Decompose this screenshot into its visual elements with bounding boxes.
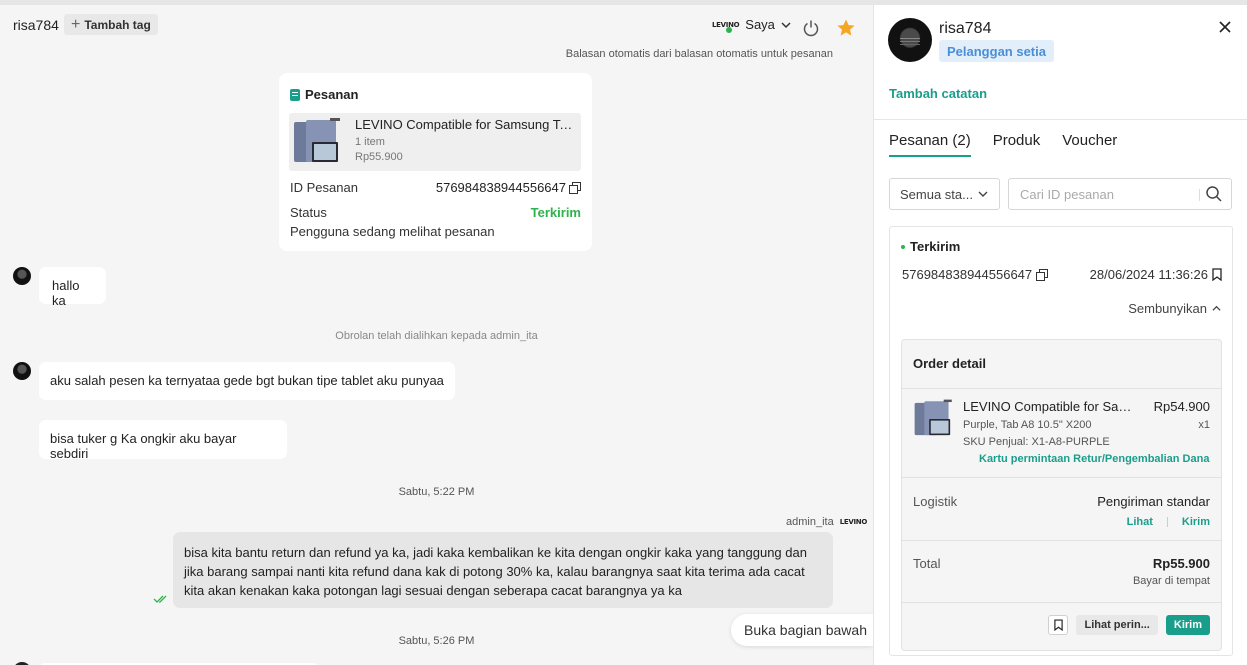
timestamp: Sabtu, 5:22 PM — [398, 486, 475, 498]
viewing-order-note: Pengguna sedang melihat pesanan — [290, 224, 495, 239]
chevron-down-icon — [978, 191, 988, 197]
power-icon[interactable] — [802, 19, 820, 37]
agent-sender-label: admin_ita LEVINO — [786, 516, 867, 528]
plus-icon: + — [71, 15, 81, 33]
order-status-value: Terkirim — [530, 205, 581, 220]
document-icon — [290, 88, 300, 101]
total-value: Rp55.900 — [1152, 556, 1210, 571]
divider — [1199, 189, 1200, 201]
logistics-value: Pengiriman standar — [1097, 494, 1210, 509]
message-bubble: hallo ka — [39, 267, 106, 308]
chat-username: risa784 — [13, 17, 59, 33]
chevron-down-icon — [781, 21, 791, 28]
view-details-button[interactable]: Lihat perin... — [1076, 615, 1158, 635]
customer-panel: risa784 Pelanggan setia Tambah catatan P… — [873, 0, 1247, 665]
payment-method: Bayar di tempat — [1132, 575, 1210, 587]
order-card-title-text: Pesanan — [305, 87, 359, 102]
order-card-item-count: 1 item — [355, 136, 385, 148]
tab-products[interactable]: Produk — [993, 132, 1041, 157]
status-filter-value: Semua sta... — [900, 186, 973, 202]
order-id-text: 576984838944556647 — [902, 267, 1033, 282]
order-detail-title: Order detail — [913, 356, 986, 371]
order-status: Terkirim — [901, 239, 960, 254]
order-status-text: Terkirim — [910, 239, 961, 254]
order-id: 576984838944556647 — [902, 267, 1049, 282]
order-card-product: LEVINO Compatible for Samsung Ta... 1 it… — [289, 113, 581, 171]
order-card[interactable]: Pesanan LEVINO Compatible for Samsung Ta… — [279, 73, 592, 251]
double-check-icon — [153, 595, 167, 603]
agent-name: Saya — [745, 17, 775, 32]
loyal-customer-badge: Pelanggan setia — [939, 40, 1054, 62]
bookmark-icon[interactable] — [1212, 268, 1222, 281]
hide-details-toggle[interactable]: Sembunyikan — [1128, 301, 1221, 316]
divider — [902, 477, 1221, 478]
detail-product-price: Rp54.900 — [1153, 399, 1210, 414]
add-tag-label: Tambah tag — [84, 17, 151, 32]
detail-product-variant: Purple, Tab A8 10.5" X200 — [963, 419, 1092, 431]
order-actions: Lihat perin... Kirim — [1048, 615, 1210, 635]
agent-message-bubble: bisa kita bantu return dan refund ya ka,… — [173, 532, 833, 608]
divider — [902, 602, 1221, 603]
message-bubble: aku salah pesen ka ternyataa gede bgt bu… — [39, 362, 455, 400]
order-status-label: Status — [290, 205, 327, 220]
chat-transfer-note: Obrolan telah dialihkan kepada admin_ita — [335, 330, 538, 342]
copy-icon[interactable] — [1036, 268, 1049, 281]
search-icon[interactable] — [1205, 185, 1223, 203]
tablet-case-thumbnail — [292, 116, 344, 168]
copy-icon[interactable] — [569, 181, 581, 194]
detail-product-qty: x1 — [1198, 419, 1210, 431]
logistics-label: Logistik — [913, 494, 958, 509]
add-tag-button[interactable]: + Tambah tag — [64, 14, 158, 35]
customer-username: risa784 — [939, 20, 992, 37]
order-id-label: ID Pesanan — [290, 180, 358, 195]
bookmark-button[interactable] — [1048, 615, 1069, 635]
order-id-text: 576984838944556647 — [435, 180, 566, 195]
order-id-value: 576984838944556647 — [436, 180, 581, 195]
order-search-input[interactable] — [1010, 180, 1190, 208]
return-request-link[interactable]: Kartu permintaan Retur/Pengembalian Dana — [979, 453, 1209, 465]
panel-tabs: Pesanan (2) Produk Voucher — [889, 132, 1117, 157]
view-shipping-link[interactable]: Lihat — [1127, 516, 1153, 528]
auto-reply-note: Balasan otomatis dari balasan otomatis u… — [565, 48, 833, 60]
send-shipping-link[interactable]: Kirim — [1182, 516, 1210, 528]
jump-to-bottom-button[interactable]: Buka bagian bawah — [731, 614, 873, 646]
divider — [1166, 517, 1168, 527]
order-card-title: Pesanan — [290, 87, 358, 102]
close-icon[interactable] — [1218, 20, 1232, 34]
chat-pane: risa784 + Tambah tag LEVINO Saya Balasan… — [0, 0, 873, 665]
divider — [902, 388, 1221, 389]
tab-orders[interactable]: Pesanan (2) — [889, 132, 971, 157]
status-filter-select[interactable]: Semua sta... — [889, 178, 1000, 210]
send-order-button[interactable]: Kirim — [1165, 615, 1210, 635]
logistics-links: Lihat Kirim — [1127, 516, 1210, 528]
agent-selector[interactable]: LEVINO Saya — [712, 17, 791, 33]
customer-avatar — [13, 267, 31, 285]
customer-avatar — [888, 18, 932, 62]
online-status-dot — [726, 27, 732, 33]
order-datetime: 28/06/2024 11:36:26 — [1090, 267, 1222, 282]
tab-vouchers[interactable]: Voucher — [1062, 132, 1117, 157]
detail-product-name: LEVINO Compatible for Sam... — [963, 399, 1139, 414]
order-card-product-name: LEVINO Compatible for Samsung Ta... — [355, 117, 575, 132]
customer-avatar — [13, 362, 31, 380]
order-search-box — [1008, 178, 1232, 210]
divider — [902, 540, 1221, 541]
chevron-up-icon — [1212, 305, 1221, 311]
star-icon[interactable] — [836, 18, 856, 38]
message-bubble: bisa tuker g Ka ongkir aku bayar sebdiri — [39, 420, 287, 461]
order-card-price: Rp55.900 — [355, 151, 403, 163]
agent-sender-name: admin_ita — [786, 516, 834, 528]
order-datetime-text: 28/06/2024 11:36:26 — [1089, 267, 1208, 282]
detail-product-sku: SKU Penjual: X1-A8-PURPLE — [963, 436, 1110, 448]
add-note-link[interactable]: Tambah catatan — [889, 86, 987, 101]
order-detail: Order detail LEVINO Compatible for Sam..… — [901, 339, 1222, 651]
shop-logo: LEVINO — [839, 518, 868, 526]
order-summary: Terkirim 576984838944556647 28/06/2024 1… — [889, 226, 1233, 656]
tablet-case-thumbnail — [913, 398, 955, 440]
bookmark-icon — [1054, 619, 1063, 631]
total-label: Total — [913, 556, 941, 571]
divider — [874, 119, 1247, 120]
hide-details-label: Sembunyikan — [1128, 301, 1207, 316]
status-dot — [901, 244, 905, 249]
